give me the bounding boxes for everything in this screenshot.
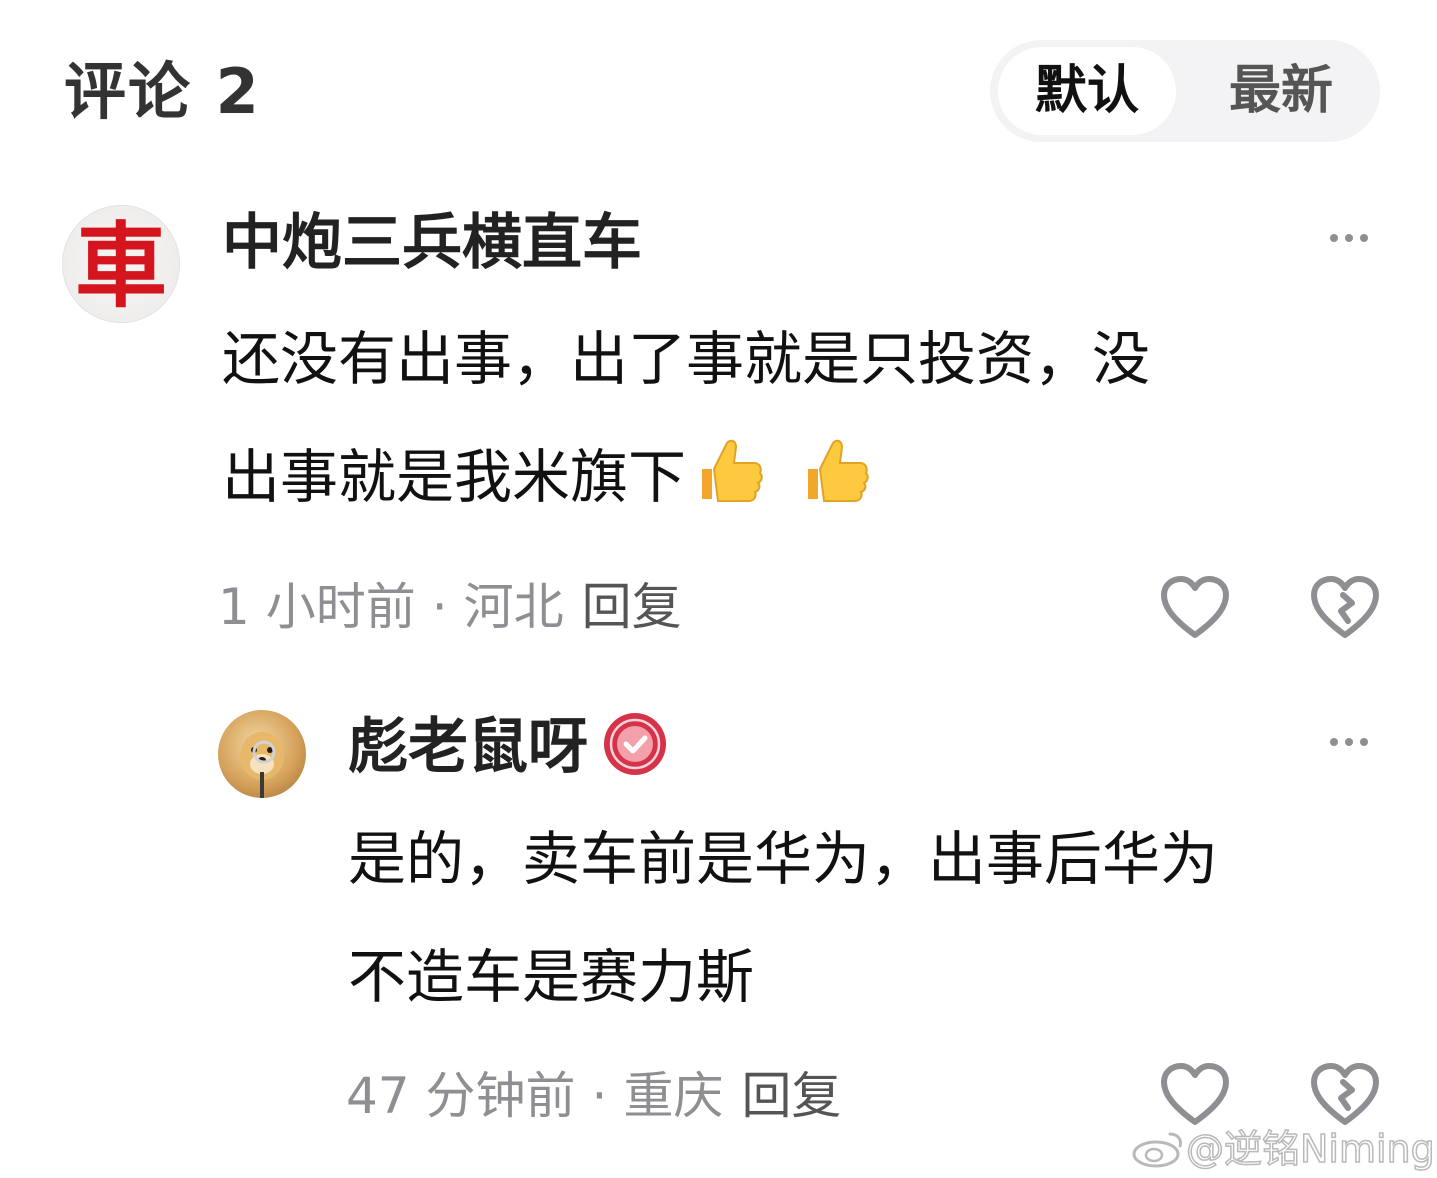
more-options-icon[interactable]: [1330, 228, 1374, 248]
sort-default-tab[interactable]: 默认: [998, 47, 1176, 135]
reply-username-row: 彪老鼠呀: [348, 707, 668, 787]
like-heart-icon[interactable]: [1160, 575, 1230, 641]
comment-username[interactable]: 中炮三兵横直车: [222, 203, 642, 283]
comment-location: 重庆: [623, 1067, 724, 1125]
comment-meta: 1 小时前 · 河北 回复: [218, 574, 682, 640]
weibo-logo-icon: [1132, 1132, 1182, 1168]
more-options-icon[interactable]: [1330, 732, 1374, 752]
watermark-text: @逆铭Niming: [1185, 1126, 1435, 1172]
meta-separator: ·: [431, 578, 448, 636]
avatar[interactable]: 車: [62, 205, 180, 323]
avatar-glyph: 車: [74, 212, 167, 320]
comment-body-line: 出事就是我米旗下: [222, 418, 1382, 536]
comment-body-line: 还没有出事，出了事就是只投资，没: [222, 325, 1151, 393]
comment-time: 47 分钟前: [346, 1067, 576, 1125]
comment-body-line: 不造车是赛力斯: [348, 943, 755, 1011]
reply-button[interactable]: 回复: [741, 1067, 841, 1125]
reply-button[interactable]: 回复: [582, 578, 682, 636]
dog-avatar-icon: [240, 732, 284, 798]
avatar[interactable]: [218, 710, 306, 798]
comment-username[interactable]: 彪老鼠呀: [348, 712, 588, 782]
comment-body-text: 出事就是我米旗下: [222, 443, 687, 511]
comment-location: 河北: [463, 578, 564, 636]
dislike-broken-heart-icon[interactable]: [1310, 575, 1380, 641]
comments-page: 评论 2 默认 最新 車 中炮三兵横直车 还没有出事，出了事就是只投资，没 出事…: [0, 0, 1437, 1178]
thumbs-up-emoji-icon: [702, 439, 763, 502]
watermark: @逆铭Niming: [1130, 1118, 1436, 1173]
comment-body-line: 是的，卖车前是华为，出事后华为: [348, 825, 1219, 893]
thumbs-up-emoji-icon: [808, 439, 869, 502]
sort-toggle: 默认 最新: [990, 40, 1380, 142]
comments-count-title: 评论 2: [64, 55, 261, 128]
sort-latest-tab[interactable]: 最新: [1190, 47, 1372, 135]
comment-meta: 47 分钟前 · 重庆 回复: [346, 1063, 841, 1129]
comment-time: 1 小时前: [218, 578, 416, 636]
meta-separator: ·: [591, 1067, 608, 1125]
verified-badge-icon: [604, 713, 666, 775]
comment-body: 还没有出事，出了事就是只投资，没 出事就是我米旗下: [222, 300, 1382, 536]
comment-body: 是的，卖车前是华为，出事后华为 不造车是赛力斯: [348, 800, 1388, 1036]
